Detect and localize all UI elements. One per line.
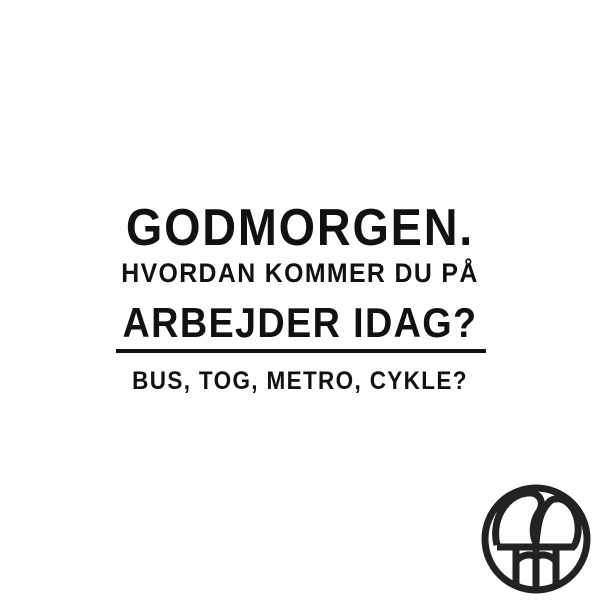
post-canvas: GODMORGEN. HVORDAN KOMMER DU PÅ ARBEJDER… [0,0,600,600]
divider-rule [116,349,486,353]
transport-options: BUS, TOG, METRO, CYKLE? [132,367,468,395]
question-line-1: HVORDAN KOMMER DU PÅ [121,258,479,288]
question-line-2: ARBEJDER IDAG? [122,299,478,346]
headline: GODMORGEN. [125,199,475,257]
brand-logo-icon [481,484,591,594]
